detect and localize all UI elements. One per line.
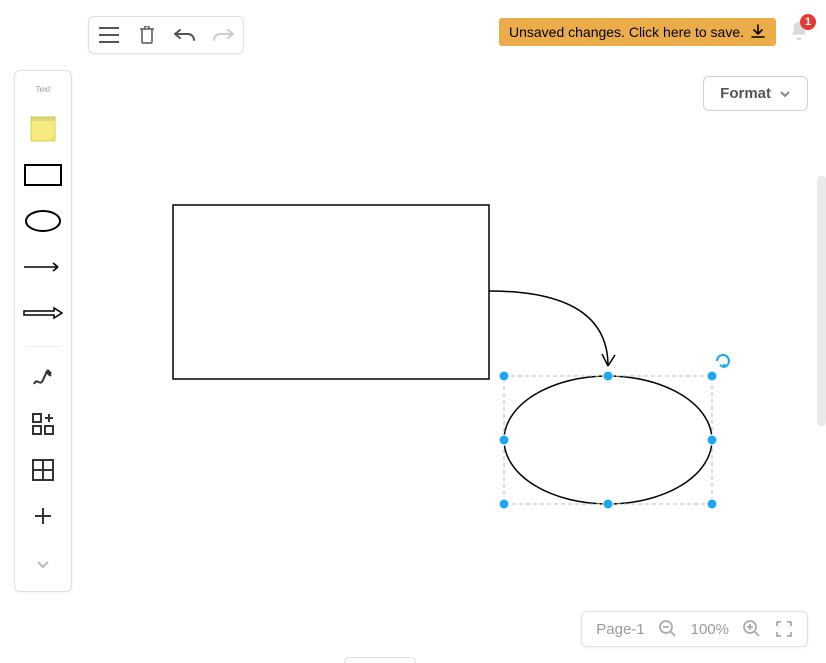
more-tool-icon[interactable] bbox=[23, 499, 63, 533]
resize-handle-s[interactable] bbox=[603, 499, 613, 509]
page-label[interactable]: Page-1 bbox=[596, 621, 644, 638]
shape-sidebar: Text bbox=[14, 70, 72, 592]
delete-icon[interactable] bbox=[135, 23, 159, 47]
status-bar: Page-1 100% bbox=[581, 611, 808, 647]
canvas-rectangle[interactable] bbox=[173, 205, 489, 379]
rectangle-shape[interactable] bbox=[23, 158, 63, 192]
vertical-scrollbar[interactable] bbox=[817, 176, 826, 426]
notifications-button[interactable]: 1 bbox=[788, 20, 810, 42]
diagram-canvas[interactable] bbox=[85, 64, 826, 663]
resize-handle-w[interactable] bbox=[499, 435, 509, 445]
thin-arrow-shape[interactable] bbox=[23, 250, 63, 284]
sidebar-divider bbox=[25, 346, 61, 347]
notifications-badge: 1 bbox=[800, 14, 816, 30]
page-tab-nub[interactable] bbox=[344, 657, 416, 663]
rotate-handle[interactable] bbox=[717, 355, 729, 367]
canvas-ellipse[interactable] bbox=[504, 376, 712, 504]
table-tool-icon[interactable] bbox=[23, 453, 63, 487]
zoom-level[interactable]: 100% bbox=[691, 621, 729, 638]
zoom-out-icon[interactable] bbox=[659, 620, 677, 638]
undo-icon[interactable] bbox=[173, 23, 197, 47]
text-tool-label[interactable]: Text bbox=[36, 85, 51, 94]
resize-handle-n[interactable] bbox=[603, 371, 613, 381]
resize-handle-nw[interactable] bbox=[499, 371, 509, 381]
fullscreen-icon[interactable] bbox=[775, 620, 793, 638]
sticky-note-shape[interactable] bbox=[23, 112, 63, 146]
thick-arrow-shape[interactable] bbox=[23, 296, 63, 330]
download-icon bbox=[750, 24, 766, 40]
collapse-sidebar-icon[interactable] bbox=[23, 547, 63, 581]
zoom-in-icon[interactable] bbox=[743, 620, 761, 638]
redo-icon[interactable] bbox=[211, 23, 235, 47]
ellipse-shape[interactable] bbox=[23, 204, 63, 238]
resize-handle-se[interactable] bbox=[707, 499, 717, 509]
resize-handle-sw[interactable] bbox=[499, 499, 509, 509]
unsaved-changes-banner[interactable]: Unsaved changes. Click here to save. bbox=[499, 18, 776, 46]
add-shapes-icon[interactable] bbox=[23, 407, 63, 441]
banner-text: Unsaved changes. Click here to save. bbox=[509, 24, 744, 40]
top-toolbar bbox=[88, 16, 244, 54]
resize-handle-ne[interactable] bbox=[707, 371, 717, 381]
resize-handle-e[interactable] bbox=[707, 435, 717, 445]
freehand-tool-icon[interactable] bbox=[23, 361, 63, 395]
menu-icon[interactable] bbox=[97, 23, 121, 47]
canvas-connector[interactable] bbox=[489, 291, 608, 366]
